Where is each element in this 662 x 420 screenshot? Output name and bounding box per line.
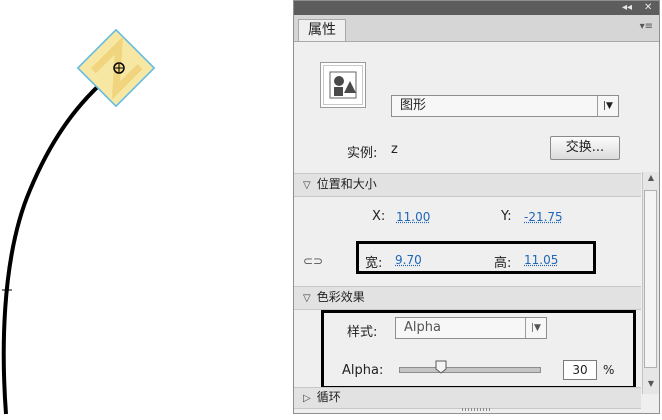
instance-label: 实例: [347, 142, 377, 161]
section-collapse-icon: ▽ [303, 175, 311, 196]
highlight-size-box [356, 241, 596, 274]
swap-button[interactable]: 交换... [550, 136, 620, 160]
y-value[interactable]: -21.75 [524, 210, 563, 224]
graphic-symbol-icon [320, 62, 366, 108]
tab-properties[interactable]: 属性 [298, 19, 346, 41]
properties-panel: ◂◂ ✕ 属性 ▾≡ 图形 |▼ 实例: z 交换... ▽ 位置和大小 X: 1… [293, 0, 660, 414]
close-panel-icon[interactable]: ✕ [644, 1, 652, 15]
highlight-alpha-box [321, 310, 636, 389]
symbol-type-select[interactable]: 图形 |▼ [391, 95, 619, 117]
section-collapse-icon: ▽ [303, 288, 311, 309]
section-loop[interactable]: ▷ 循环 [294, 387, 641, 409]
panel-scrollbar[interactable]: ▲ ▼ [642, 172, 659, 394]
stage-canvas[interactable] [0, 0, 290, 416]
x-value[interactable]: 11.00 [396, 210, 430, 224]
x-label: X: [372, 209, 385, 224]
panel-tab-row: 属性 ▾≡ [294, 15, 659, 42]
symbol-type-value: 图形 [400, 98, 426, 113]
collapse-panel-icon[interactable]: ◂◂ [622, 1, 632, 15]
section-title: 位置和大小 [317, 177, 377, 191]
section-title: 循环 [317, 390, 341, 404]
motion-path-line [4, 68, 119, 414]
section-color-effect[interactable]: ▽ 色彩效果 [294, 286, 641, 310]
scroll-thumb[interactable] [644, 190, 657, 368]
dropdown-arrow-icon: |▼ [597, 96, 618, 116]
instance-name: z [391, 142, 398, 157]
resize-grip-icon[interactable] [462, 408, 490, 411]
link-width-height-icon[interactable]: ⊂⊃ [303, 254, 323, 268]
panel-menu-icon[interactable]: ▾≡ [640, 21, 653, 32]
y-label: Y: [501, 209, 512, 224]
section-title: 色彩效果 [317, 290, 365, 304]
motion-path-drawing [0, 0, 290, 416]
scroll-up-icon[interactable]: ▲ [643, 173, 659, 187]
section-expand-icon: ▷ [303, 389, 311, 408]
section-position-size[interactable]: ▽ 位置和大小 [294, 173, 641, 197]
scroll-down-icon[interactable]: ▼ [643, 379, 659, 393]
panel-titlebar: ◂◂ ✕ [294, 1, 659, 15]
